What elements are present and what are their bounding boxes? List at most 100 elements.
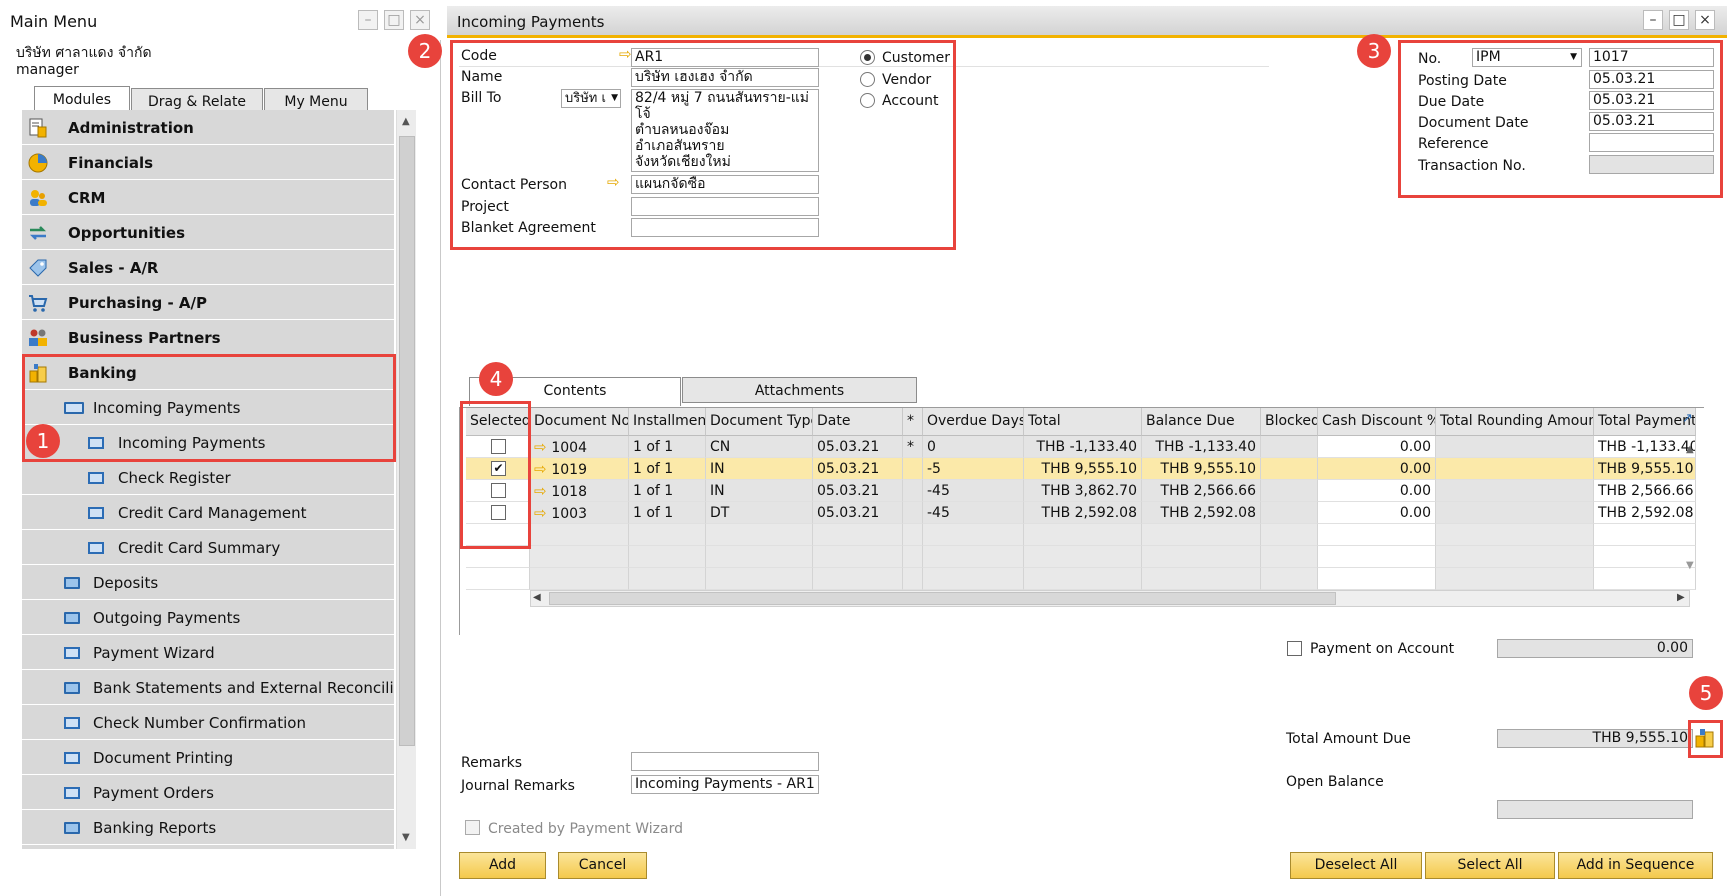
col-header-document-type[interactable]: Document Type <box>706 408 813 436</box>
scroll-thumb[interactable] <box>399 136 415 746</box>
col-header-overdue-days[interactable]: Overdue Days <box>923 408 1024 436</box>
cell-selected[interactable] <box>466 546 530 568</box>
cell-cash-disc[interactable]: 0.00 <box>1318 480 1436 502</box>
menu-item-payment-wizard[interactable]: Payment Wizard <box>22 635 394 670</box>
scroll-left-icon[interactable]: ◀ <box>533 592 541 603</box>
module-financials[interactable]: Financials <box>22 145 394 180</box>
col-header-total-payment[interactable]: Total Payment <box>1594 408 1696 436</box>
module-label: Administration <box>68 119 194 137</box>
menu-scrollbar[interactable]: ▲ ▼ <box>396 110 416 849</box>
expand-icon[interactable]: ↗ <box>1682 411 1693 426</box>
module-purchasing-ap[interactable]: Purchasing - A/P <box>22 285 394 320</box>
module-administration[interactable]: Administration <box>22 110 394 145</box>
table-row[interactable]: ⇨ 1003 1 of 1 DT 05.03.21 -45 THB 2,592.08 THB… <box>460 502 1696 524</box>
col-header-cash-discount[interactable]: Cash Discount % <box>1318 408 1436 436</box>
module-label: CRM <box>68 189 106 207</box>
cell-value: THB 2,592.08 <box>1041 505 1137 521</box>
cell-selected[interactable] <box>466 568 530 590</box>
menu-item-check-register[interactable]: Check Register <box>22 460 394 495</box>
col-header-document-no[interactable]: Document No. <box>530 408 629 436</box>
cell-blocked <box>1261 568 1318 590</box>
col-header-date[interactable]: Date <box>813 408 903 436</box>
add-in-sequence-button[interactable]: Add in Sequence <box>1558 852 1713 879</box>
close-icon[interactable]: × <box>1695 10 1715 30</box>
col-header-balance-due[interactable]: Balance Due <box>1142 408 1261 436</box>
menu-item-document-printing[interactable]: Document Printing <box>22 740 394 775</box>
main-menu-title: Main Menu <box>10 12 98 31</box>
cell-payment[interactable]: THB 2,592.08 <box>1594 502 1696 524</box>
maximize-icon[interactable]: □ <box>1669 10 1689 30</box>
table-row-empty[interactable] <box>460 546 1696 568</box>
deselect-all-button[interactable]: Deselect All <box>1290 852 1422 879</box>
cell-payment[interactable] <box>1594 546 1696 568</box>
module-business-partners[interactable]: Business Partners <box>22 320 394 355</box>
menu-folder-banking-reports[interactable]: Banking Reports <box>22 810 394 845</box>
cancel-button[interactable]: Cancel <box>558 852 647 879</box>
cell-value: THB -1,133.40 <box>1036 439 1137 455</box>
maximize-icon[interactable]: □ <box>384 10 404 30</box>
menu-item-credit-card-summary[interactable]: Credit Card Summary <box>22 530 394 565</box>
cell-cash-disc[interactable]: 0.00 <box>1318 436 1436 458</box>
module-crm[interactable]: CRM <box>22 180 394 215</box>
cell-payment[interactable]: THB 9,555.10 <box>1594 458 1696 480</box>
link-arrow-icon[interactable]: ⇨ <box>534 504 551 522</box>
close-icon[interactable]: × <box>410 10 430 30</box>
scroll-up-icon[interactable]: ▲ <box>1686 444 1694 455</box>
col-header-total-rounding[interactable]: Total Rounding Amount <box>1436 408 1594 436</box>
scroll-thumb[interactable] <box>549 592 1336 605</box>
link-arrow-icon[interactable]: ⇨ <box>534 438 551 456</box>
cell-payment[interactable]: THB 2,566.66 <box>1594 480 1696 502</box>
scroll-up-icon[interactable]: ▲ <box>402 116 410 127</box>
minimize-icon[interactable]: – <box>358 10 378 30</box>
cell-cash-disc[interactable]: 0.00 <box>1318 502 1436 524</box>
remarks-field[interactable] <box>631 752 819 771</box>
module-opportunities[interactable]: Opportunities <box>22 215 394 250</box>
cell-payment[interactable] <box>1594 568 1696 590</box>
table-row-empty[interactable] <box>460 524 1696 546</box>
scroll-down-icon[interactable]: ▼ <box>402 832 410 843</box>
scroll-right-icon[interactable]: ▶ <box>1677 592 1685 603</box>
cell-value: THB 2,566.66 <box>1160 483 1256 499</box>
link-arrow-icon[interactable]: ⇨ <box>534 482 551 500</box>
cell-cash-disc[interactable]: 0.00 <box>1318 458 1436 480</box>
table-row-empty[interactable] <box>460 568 1696 590</box>
menu-item-payment-orders[interactable]: Payment Orders <box>22 775 394 810</box>
menu-folder-outgoing-payments[interactable]: Outgoing Payments <box>22 600 394 635</box>
col-header-installment[interactable]: Installment <box>629 408 706 436</box>
col-header-total[interactable]: Total <box>1024 408 1142 436</box>
cell-date: 05.03.21 <box>813 436 903 458</box>
annotation-box-3 <box>1398 40 1723 198</box>
cell-payment[interactable]: THB -1,133.40 <box>1594 436 1696 458</box>
menu-item-check-number-confirmation[interactable]: Check Number Confirmation <box>22 705 394 740</box>
menu-item-credit-card-management[interactable]: Credit Card Management <box>22 495 394 530</box>
add-button[interactable]: Add <box>459 852 546 879</box>
menu-folder-bank-statements[interactable]: Bank Statements and External Reconciliat… <box>22 670 394 705</box>
cell-cash-disc[interactable] <box>1318 568 1436 590</box>
cell-overdue: -5 <box>923 458 1024 480</box>
cell-payment[interactable] <box>1594 524 1696 546</box>
tab-attachments[interactable]: Attachments <box>682 377 917 403</box>
cell-star <box>903 480 923 502</box>
cell-installment: 1 of 1 <box>629 436 706 458</box>
cell-doc-type <box>706 546 813 568</box>
cell-value: 1018 <box>551 484 587 500</box>
module-sales-ar[interactable]: Sales - A/R <box>22 250 394 285</box>
cell-value: 0.00 <box>1399 439 1431 455</box>
table-row[interactable]: ⇨ 1004 1 of 1 CN 05.03.21 * 0 THB -1,133.40 THB… <box>460 436 1696 458</box>
table-row[interactable]: ⇨ 1018 1 of 1 IN 05.03.21 -45 THB 3,862.70 THB… <box>460 480 1696 502</box>
payment-on-account-checkbox[interactable] <box>1287 641 1302 656</box>
journal-remarks-field[interactable]: Incoming Payments - AR1 <box>631 775 819 794</box>
select-all-button[interactable]: Select All <box>1425 852 1555 879</box>
cell-value: IN <box>710 461 725 477</box>
scroll-down-icon[interactable]: ▼ <box>1686 560 1694 571</box>
folder-icon <box>64 612 80 624</box>
table-row[interactable]: ✔ ⇨ 1019 1 of 1 IN 05.03.21 -5 THB 9,555.10 THB… <box>460 458 1696 480</box>
cell-cash-disc[interactable] <box>1318 546 1436 568</box>
minimize-icon[interactable]: – <box>1643 10 1663 30</box>
col-header-blocked[interactable]: Blocked <box>1261 408 1318 436</box>
link-arrow-icon[interactable]: ⇨ <box>534 460 551 478</box>
col-header-star[interactable]: * <box>903 408 923 436</box>
menu-folder-deposits[interactable]: Deposits <box>22 565 394 600</box>
horizontal-scrollbar[interactable]: ◀ ▶ <box>530 590 1690 607</box>
cell-cash-disc[interactable] <box>1318 524 1436 546</box>
